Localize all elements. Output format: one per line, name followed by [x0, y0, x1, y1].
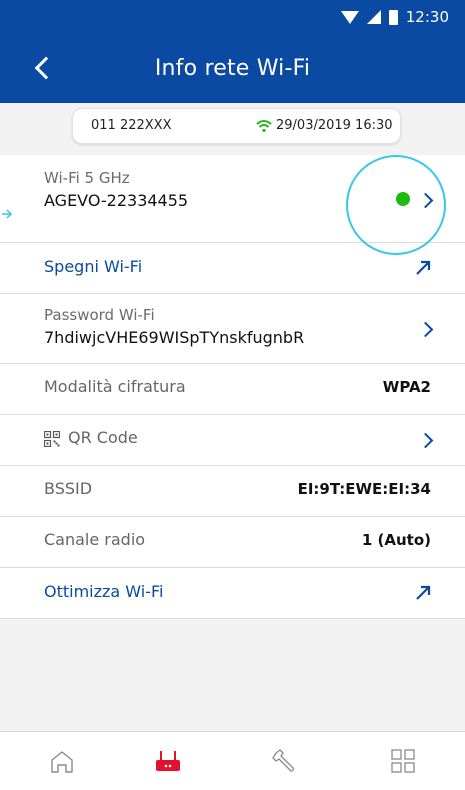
highlight-circle — [346, 155, 446, 255]
status-time: 12:30 — [405, 8, 449, 26]
cell-signal-icon — [366, 10, 381, 24]
battery-icon — [388, 9, 398, 25]
row-bssid: BSSID EI:9T:EWE:EI:34 — [0, 466, 465, 517]
status-icons: 12:30 — [340, 8, 449, 26]
qr-code-label: QR Code — [68, 428, 138, 447]
home-icon[interactable] — [47, 748, 77, 774]
row-optimize-wifi[interactable]: Ottimizza Wi-Fi — [0, 568, 465, 619]
row-radio-channel: Canale radio 1 (Auto) — [0, 517, 465, 568]
encryption-label: Modalità cifratura — [44, 377, 186, 396]
optimize-wifi-link[interactable]: Ottimizza Wi-Fi — [44, 582, 163, 601]
arrow-up-right-icon[interactable] — [414, 584, 432, 602]
status-bar: 12:30 — [0, 0, 465, 36]
qr-code-icon — [43, 430, 61, 448]
row-encryption: Modalità cifratura WPA2 — [0, 364, 465, 415]
bottom-navigation — [0, 731, 465, 790]
app-bar: Info rete Wi-Fi — [0, 36, 465, 103]
pointer-arrow-icon — [1, 205, 13, 219]
row-wifi-password[interactable]: Password Wi-Fi 7hdiwjcVHE69WISpTYnskfugn… — [0, 294, 465, 364]
row-qr-code[interactable]: QR Code — [0, 415, 465, 466]
wrench-icon[interactable] — [270, 748, 300, 774]
update-date: 29/03/2019 16:30 — [276, 118, 393, 133]
bssid-label: BSSID — [44, 479, 93, 498]
last-update: 29/03/2019 16:30 — [256, 118, 393, 133]
line-number: 011 222XXX — [91, 118, 172, 133]
grid-icon[interactable] — [388, 748, 418, 774]
page-title: Info rete Wi-Fi — [154, 56, 311, 81]
arrow-up-right-icon[interactable] — [414, 259, 432, 277]
router-icon[interactable] — [153, 748, 183, 774]
chevron-right-icon[interactable] — [417, 321, 434, 338]
password-value: 7hdiwjcVHE69WISpTYnskfugnbR — [44, 328, 305, 347]
turn-off-wifi-link[interactable]: Spegni Wi-Fi — [44, 257, 142, 276]
password-label: Password Wi-Fi — [44, 306, 155, 324]
wifi-ssid: AGEVO-22334455 — [44, 191, 189, 210]
wifi-signal-icon — [340, 10, 359, 24]
channel-value: 1 (Auto) — [361, 531, 431, 549]
wifi-status-icon — [256, 119, 272, 133]
chevron-right-icon[interactable] — [417, 432, 434, 449]
line-info-card: 011 222XXX 29/03/2019 16:30 — [72, 108, 401, 144]
encryption-value: WPA2 — [382, 378, 431, 396]
wifi-band-label: Wi-Fi 5 GHz — [44, 169, 130, 187]
bssid-value: EI:9T:EWE:EI:34 — [297, 480, 431, 498]
channel-label: Canale radio — [44, 530, 146, 549]
